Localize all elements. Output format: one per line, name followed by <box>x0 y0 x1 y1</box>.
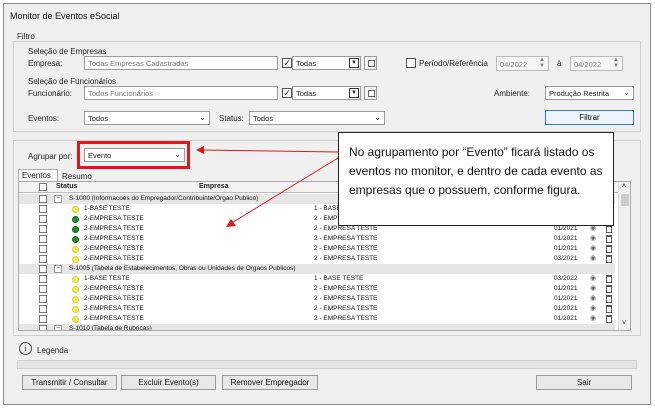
annotation-callout: No agrupamento por “Evento” ficará lista… <box>338 132 614 226</box>
arrowhead <box>226 219 236 227</box>
arrowhead <box>196 146 204 154</box>
arrow-line <box>199 149 339 153</box>
arrow-line <box>229 157 339 225</box>
